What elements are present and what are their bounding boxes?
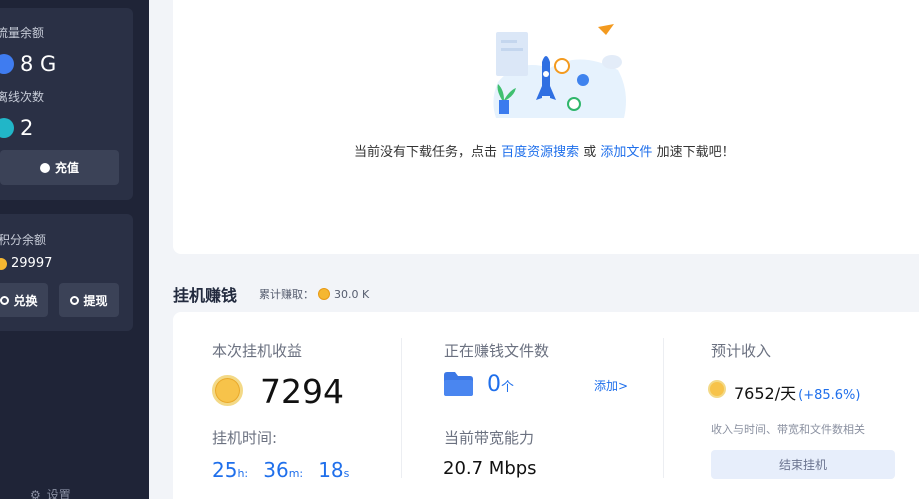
minutes-unit: m: [288, 467, 304, 480]
gear-icon: ⚙ [30, 487, 41, 499]
empty-state-text: 当前没有下载任务，点击 百度资源搜索 或 添加文件 加速下载吧！ [354, 141, 735, 160]
hours-unit: h: [237, 467, 249, 480]
recharge-button-label: 充值 [54, 161, 79, 175]
withdraw-icon [70, 295, 80, 305]
estimated-income: 7652/天 (+85.6%) [734, 380, 860, 404]
total-earned-label: 累计赚取： [259, 288, 314, 301]
bandwidth-value: 20.7 Mbps [443, 458, 537, 479]
flow-balance-value: 8 G [20, 52, 57, 76]
minutes-value: 36 [263, 458, 289, 482]
settings-link[interactable]: ⚙ 设置 [30, 486, 71, 499]
offline-times-label: 离线次数 [0, 90, 45, 104]
points-balance-label: 积分余额 [0, 233, 47, 247]
session-earnings-label: 本次挂机收益 [212, 342, 303, 360]
stop-idle-button[interactable]: 结束挂机 [711, 450, 895, 479]
seconds-unit: s [343, 467, 350, 480]
flow-balance-label: 流量余额 [0, 26, 45, 40]
exchange-icon [0, 295, 10, 305]
sidebar: 流量余额 8 G 离线次数 2 充值 积分余额 29997 兑换 提现 ⚙ 设置 [0, 0, 149, 499]
empty-state-illustration [493, 24, 626, 118]
empty-text-end: 加速下载吧！ [652, 145, 735, 160]
exchange-button[interactable]: 兑换 [0, 283, 48, 317]
earning-files-count: 0个 [487, 372, 514, 397]
points-balance-value: 29997 [11, 256, 53, 271]
offline-times-value: 2 [20, 116, 34, 140]
idle-time-label: 挂机时间: [212, 429, 278, 447]
coin-icon [212, 375, 243, 406]
withdraw-button-label: 提现 [83, 293, 108, 308]
baidu-search-link[interactable]: 百度资源搜索 [501, 145, 579, 160]
estimated-income-value: 7652/天 [734, 384, 797, 403]
add-file-link[interactable]: 添加文件 [600, 145, 652, 160]
bandwidth-label: 当前带宽能力 [444, 429, 535, 447]
total-earned: 累计赚取： 30.0 K [259, 286, 369, 302]
earning-files-label: 正在赚钱文件数 [444, 342, 550, 360]
exchange-button-label: 兑换 [13, 293, 38, 308]
recharge-icon [39, 162, 50, 173]
income-note: 收入与时间、带宽和文件数相关 [711, 423, 865, 436]
hours-value: 25 [212, 458, 238, 482]
settings-label: 设置 [46, 488, 71, 499]
files-count-value: 0 [487, 372, 501, 397]
column-divider [663, 338, 664, 478]
empty-text-part: 当前没有下载任务，点击 [354, 145, 502, 160]
withdraw-button[interactable]: 提现 [59, 283, 119, 317]
estimated-income-label: 预计收入 [711, 342, 772, 360]
recharge-button[interactable]: 充值 [0, 150, 119, 185]
idle-time-value: 25h: 36m: 18s [212, 458, 359, 482]
earn-section-title: 挂机赚钱 [173, 286, 238, 305]
folder-icon [444, 372, 473, 396]
coin-icon [708, 380, 726, 398]
empty-text-or: 或 [579, 145, 601, 160]
estimated-income-change: (+85.6%) [798, 388, 861, 403]
add-files-link[interactable]: 添加> [594, 377, 628, 394]
coin-icon [318, 288, 330, 300]
session-earnings-value: 7294 [260, 372, 344, 411]
total-earned-value: 30.0 K [334, 287, 370, 301]
column-divider [401, 338, 402, 478]
seconds-value: 18 [318, 458, 344, 482]
files-count-unit: 个 [501, 380, 515, 395]
